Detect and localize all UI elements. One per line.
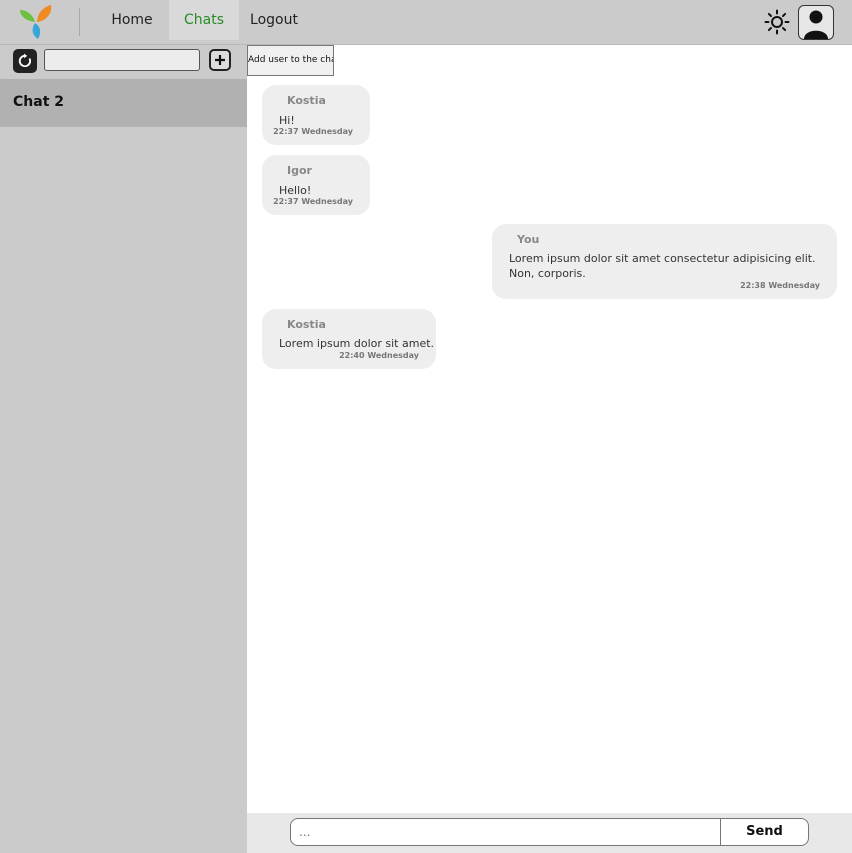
user-avatar-icon[interactable] xyxy=(798,5,834,40)
nav-logout-link[interactable]: Logout xyxy=(243,0,305,40)
message-author: Igor xyxy=(287,164,312,177)
chat-list-item-label: Chat 2 xyxy=(13,94,64,110)
message-input[interactable] xyxy=(290,818,722,846)
message-time: 22:37 Wednesday xyxy=(273,127,353,136)
plus-icon[interactable] xyxy=(209,49,231,71)
chat-list-item[interactable]: Chat 2 xyxy=(0,79,247,127)
message-composer: Send xyxy=(247,813,852,853)
message-author: You xyxy=(517,233,540,246)
message-bubble: Kostia Hi! 22:37 Wednesday xyxy=(262,85,370,145)
refresh-icon[interactable] xyxy=(13,49,37,73)
message-author: Kostia xyxy=(287,318,326,331)
send-button[interactable]: Send xyxy=(720,818,809,846)
message-text: Hello! xyxy=(279,184,312,197)
message-text: Lorem ipsum dolor sit amet consectetur a… xyxy=(509,252,816,280)
leaf-logo-icon[interactable] xyxy=(18,4,54,40)
chat-main-area: Add user to the chat Kostia Hi! 22:37 We… xyxy=(247,45,852,813)
message-text: Hi! xyxy=(279,114,295,127)
message-time: 22:38 Wednesday xyxy=(740,281,820,290)
chat-search-input[interactable] xyxy=(44,49,200,71)
message-bubble: Igor Hello! 22:37 Wednesday xyxy=(262,155,370,215)
nav-divider xyxy=(79,8,80,36)
add-user-button[interactable]: Add user to the chat xyxy=(247,45,334,76)
nav-home-link[interactable]: Home xyxy=(101,0,163,40)
message-author: Kostia xyxy=(287,94,326,107)
message-time: 22:40 Wednesday xyxy=(339,351,419,360)
message-bubble: Kostia Lorem ipsum dolor sit amet. 22:40… xyxy=(262,309,436,369)
own-message-bubble: You Lorem ipsum dolor sit amet consectet… xyxy=(492,224,837,299)
message-text: Lorem ipsum dolor sit amet. xyxy=(279,337,435,350)
sun-icon[interactable] xyxy=(763,8,791,36)
top-navbar: Home Chats Logout xyxy=(0,0,852,45)
message-time: 22:37 Wednesday xyxy=(273,197,353,206)
nav-chats-link[interactable]: Chats xyxy=(169,0,239,40)
chat-sidebar: Chat 2 xyxy=(0,45,247,853)
